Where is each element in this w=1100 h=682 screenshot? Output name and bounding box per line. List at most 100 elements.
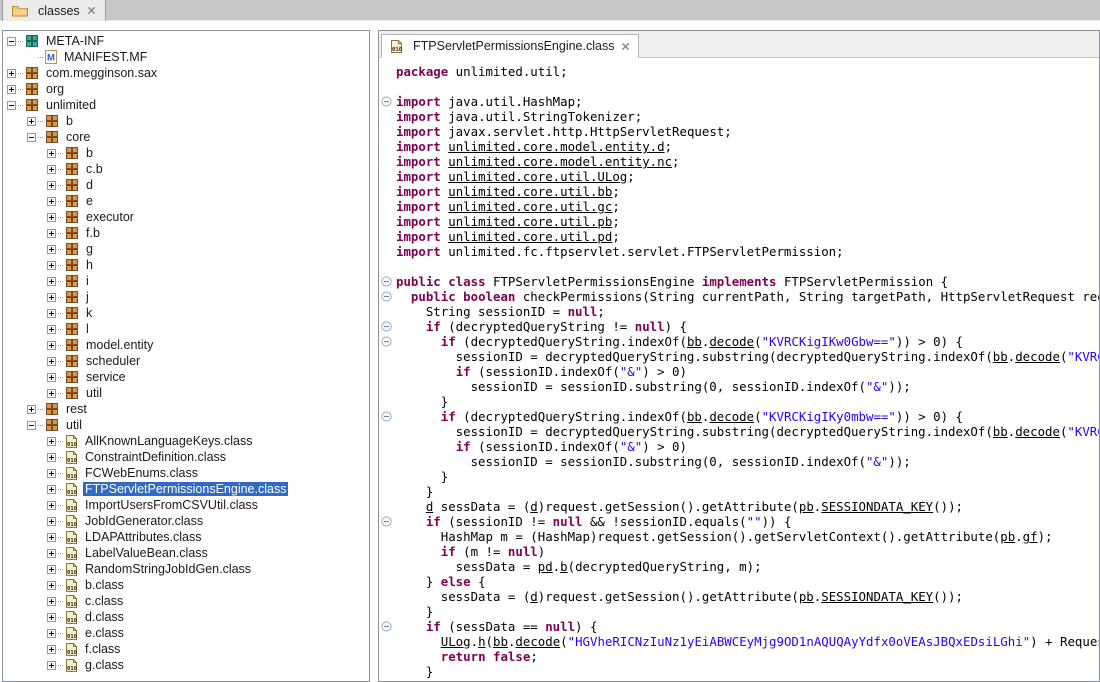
code-link[interactable]: unlimited.core.model.entity.nc bbox=[448, 154, 672, 169]
tree-item[interactable]: f.b bbox=[3, 225, 369, 241]
tree-item[interactable]: org bbox=[3, 81, 369, 97]
fold-collapse-icon[interactable] bbox=[379, 319, 396, 334]
code-link[interactable]: unlimited.core.util.ULog bbox=[448, 169, 627, 184]
tree-item[interactable]: 010e.class bbox=[3, 625, 369, 641]
tree-collapse-icon[interactable] bbox=[27, 421, 36, 430]
tree-item[interactable]: core bbox=[3, 129, 369, 145]
code-link[interactable]: unlimited.core.util.pb bbox=[448, 214, 612, 229]
fold-collapse-icon[interactable] bbox=[379, 289, 396, 304]
tree-expand-icon[interactable] bbox=[47, 517, 56, 526]
tree-expand-icon[interactable] bbox=[47, 357, 56, 366]
code-link[interactable]: decode bbox=[709, 409, 754, 424]
tab-classes[interactable]: classes bbox=[2, 0, 106, 21]
tree-item[interactable]: com.megginson.sax bbox=[3, 65, 369, 81]
tree-expand-icon[interactable] bbox=[47, 597, 56, 606]
tree-item[interactable]: 010b.class bbox=[3, 577, 369, 593]
tree-expand-icon[interactable] bbox=[47, 213, 56, 222]
tree-item[interactable]: j bbox=[3, 289, 369, 305]
code-link[interactable]: pb bbox=[799, 589, 814, 604]
code-link[interactable]: ULog bbox=[441, 634, 471, 649]
fold-collapse-icon[interactable] bbox=[379, 334, 396, 349]
tree-item[interactable]: c.b bbox=[3, 161, 369, 177]
code-link[interactable]: d bbox=[530, 589, 537, 604]
tree-item[interactable]: b bbox=[3, 113, 369, 129]
tree-expand-icon[interactable] bbox=[47, 373, 56, 382]
tree-expand-icon[interactable] bbox=[47, 629, 56, 638]
tree-item[interactable]: service bbox=[3, 369, 369, 385]
code-link[interactable]: pd bbox=[538, 559, 553, 574]
tree-expand-icon[interactable] bbox=[47, 245, 56, 254]
tree-collapse-icon[interactable] bbox=[7, 37, 16, 46]
tree-item[interactable]: 010c.class bbox=[3, 593, 369, 609]
tree-item[interactable]: 010ImportUsersFromCSVUtil.class bbox=[3, 497, 369, 513]
tree-expand-icon[interactable] bbox=[47, 549, 56, 558]
tree-expand-icon[interactable] bbox=[27, 117, 36, 126]
fold-collapse-icon[interactable] bbox=[379, 514, 396, 529]
tree-item[interactable]: scheduler bbox=[3, 353, 369, 369]
tree-item[interactable]: e bbox=[3, 193, 369, 209]
code-link[interactable]: d bbox=[530, 499, 537, 514]
tree-expand-icon[interactable] bbox=[7, 85, 16, 94]
tree-expand-icon[interactable] bbox=[47, 469, 56, 478]
code-link[interactable]: bb bbox=[687, 409, 702, 424]
code-link[interactable]: unlimited.core.util.gc bbox=[448, 199, 612, 214]
tree-item[interactable]: k bbox=[3, 305, 369, 321]
tab-ftpservletpermissionsengine-class[interactable]: 010 FTPServletPermissionsEngine.class bbox=[381, 34, 639, 58]
tree-expand-icon[interactable] bbox=[7, 69, 16, 78]
code-link[interactable]: unlimited.core.model.entity.d bbox=[448, 139, 664, 154]
tree-item[interactable]: 010AllKnownLanguageKeys.class bbox=[3, 433, 369, 449]
code-link[interactable]: bb bbox=[687, 334, 702, 349]
tree-item[interactable]: 010JobIdGenerator.class bbox=[3, 513, 369, 529]
code-link[interactable]: pb bbox=[799, 499, 814, 514]
code-link[interactable]: bb bbox=[493, 634, 508, 649]
tree-expand-icon[interactable] bbox=[47, 341, 56, 350]
code-link[interactable]: SESSIONDATA_KEY bbox=[821, 499, 933, 514]
code-link[interactable]: decode bbox=[515, 634, 560, 649]
tree-expand-icon[interactable] bbox=[47, 261, 56, 270]
tree-item[interactable]: b bbox=[3, 145, 369, 161]
tree-item[interactable]: d bbox=[3, 177, 369, 193]
tree-expand-icon[interactable] bbox=[47, 581, 56, 590]
tree-item[interactable]: 010LabelValueBean.class bbox=[3, 545, 369, 561]
tree-item[interactable]: i bbox=[3, 273, 369, 289]
tree-item[interactable]: META-INF bbox=[3, 33, 369, 49]
tree-item[interactable]: util bbox=[3, 385, 369, 401]
code-link[interactable]: h bbox=[478, 634, 485, 649]
fold-collapse-icon[interactable] bbox=[379, 409, 396, 424]
tree-collapse-icon[interactable] bbox=[7, 101, 16, 110]
tree-item[interactable]: g bbox=[3, 241, 369, 257]
tree-expand-icon[interactable] bbox=[47, 277, 56, 286]
tree-item[interactable]: 010FTPServletPermissionsEngine.class bbox=[3, 481, 369, 497]
tree-item[interactable]: unlimited bbox=[3, 97, 369, 113]
code-link[interactable]: gf bbox=[1023, 529, 1038, 544]
tree-collapse-icon[interactable] bbox=[27, 133, 36, 142]
tree-expand-icon[interactable] bbox=[47, 149, 56, 158]
tree-item[interactable]: l bbox=[3, 321, 369, 337]
fold-collapse-icon[interactable] bbox=[379, 94, 396, 109]
tree-expand-icon[interactable] bbox=[47, 437, 56, 446]
tree-item[interactable]: model.entity bbox=[3, 337, 369, 353]
code-link[interactable]: b bbox=[560, 559, 567, 574]
tree-item[interactable]: executor bbox=[3, 209, 369, 225]
tree-item[interactable]: 010RandomStringJobIdGen.class bbox=[3, 561, 369, 577]
tree-item[interactable]: 010LDAPAttributes.class bbox=[3, 529, 369, 545]
close-icon[interactable] bbox=[621, 42, 630, 51]
close-icon[interactable] bbox=[87, 6, 96, 15]
tree-item[interactable]: 010d.class bbox=[3, 609, 369, 625]
tree-item[interactable]: 010FCWebEnums.class bbox=[3, 465, 369, 481]
tree-expand-icon[interactable] bbox=[47, 485, 56, 494]
tree-item[interactable]: MMANIFEST.MF bbox=[3, 49, 369, 65]
code-link[interactable]: bb bbox=[993, 349, 1008, 364]
code-link[interactable]: pb bbox=[1000, 529, 1015, 544]
tree-expand-icon[interactable] bbox=[47, 165, 56, 174]
tree-item[interactable]: 010g.class bbox=[3, 657, 369, 673]
code-link[interactable]: unlimited.core.util.bb bbox=[448, 184, 612, 199]
tree-item[interactable]: 010f.class bbox=[3, 641, 369, 657]
tree-expand-icon[interactable] bbox=[47, 229, 56, 238]
code-link[interactable]: decode bbox=[1015, 349, 1060, 364]
code-link[interactable]: bb bbox=[993, 424, 1008, 439]
tree-expand-icon[interactable] bbox=[47, 309, 56, 318]
tree-expand-icon[interactable] bbox=[47, 613, 56, 622]
code-link[interactable]: unlimited.core.util.pd bbox=[448, 229, 612, 244]
tree-expand-icon[interactable] bbox=[47, 661, 56, 670]
